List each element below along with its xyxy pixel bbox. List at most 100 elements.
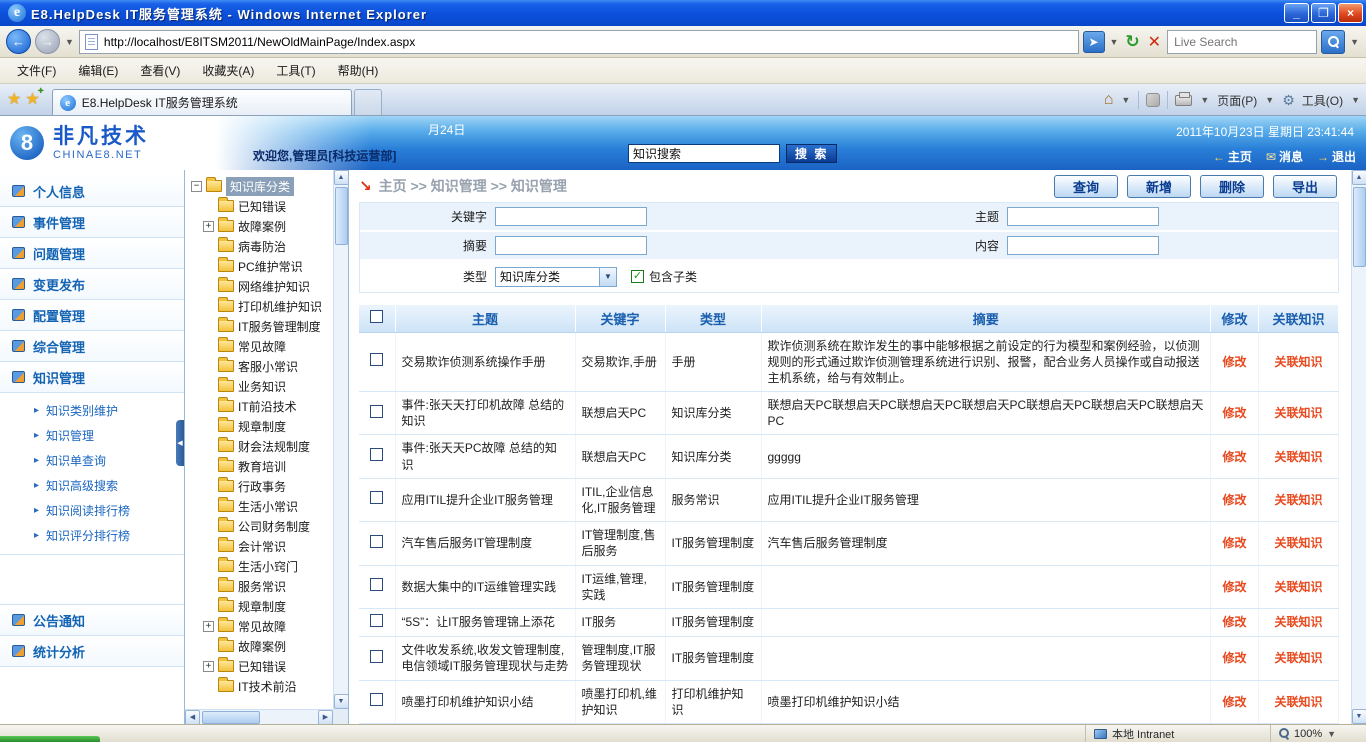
sidebar-subitem[interactable]: ▸知识管理 bbox=[0, 423, 184, 448]
row-checkbox[interactable] bbox=[370, 448, 383, 461]
related-link[interactable]: 关联知识 bbox=[1274, 580, 1322, 594]
search-submit-button[interactable]: 搜 索 bbox=[786, 144, 837, 163]
stop-button[interactable]: ✕ bbox=[1146, 32, 1163, 52]
tree-item[interactable]: +常见故障 bbox=[189, 616, 333, 636]
modify-link[interactable]: 修改 bbox=[1222, 580, 1246, 594]
tree-item[interactable]: +公司财务制度 bbox=[189, 516, 333, 536]
print-dropdown-icon[interactable]: ▼ bbox=[1199, 95, 1210, 105]
related-link[interactable]: 关联知识 bbox=[1274, 536, 1322, 550]
tree-item[interactable]: +网络维护知识 bbox=[189, 276, 333, 296]
related-link[interactable]: 关联知识 bbox=[1274, 450, 1322, 464]
keyword-input[interactable] bbox=[495, 207, 647, 226]
browser-tab[interactable]: e E8.HelpDesk IT服务管理系统 bbox=[52, 89, 352, 115]
row-checkbox[interactable] bbox=[370, 614, 383, 627]
new-tab-stub[interactable] bbox=[354, 89, 382, 115]
column-header[interactable]: 修改 bbox=[1211, 305, 1259, 332]
content-input[interactable] bbox=[1007, 236, 1159, 255]
row-checkbox[interactable] bbox=[370, 491, 383, 504]
tools-menu-button[interactable]: 工具(O) bbox=[1302, 92, 1343, 109]
nav-message-link[interactable]: ✉消息 bbox=[1266, 148, 1303, 165]
sidebar-subitem[interactable]: ▸知识单查询 bbox=[0, 448, 184, 473]
select-all-checkbox[interactable] bbox=[370, 310, 383, 323]
scroll-right-button[interactable]: ▶ bbox=[318, 710, 333, 725]
summary-input[interactable] bbox=[495, 236, 647, 255]
tree-item[interactable]: +生活小常识 bbox=[189, 496, 333, 516]
action-button[interactable]: 删除 bbox=[1200, 175, 1264, 198]
favorites-star-icon[interactable]: ★ bbox=[7, 89, 21, 109]
live-search-input[interactable] bbox=[1174, 35, 1310, 49]
page-vertical-scrollbar[interactable]: ▲ ▼ bbox=[1351, 170, 1366, 724]
menu-item[interactable]: 编辑(E) bbox=[67, 58, 129, 83]
row-checkbox[interactable] bbox=[370, 650, 383, 663]
tree-item[interactable]: +常见故障 bbox=[189, 336, 333, 356]
modify-link[interactable]: 修改 bbox=[1222, 355, 1246, 369]
knowledge-search-input[interactable] bbox=[628, 144, 780, 163]
row-checkbox[interactable] bbox=[370, 535, 383, 548]
type-select[interactable]: 知识库分类 ▼ bbox=[495, 267, 617, 287]
tree-item[interactable]: +会计常识 bbox=[189, 536, 333, 556]
tree-item[interactable]: +PC维护常识 bbox=[189, 256, 333, 276]
page-menu-button[interactable]: 页面(P) bbox=[1217, 92, 1257, 109]
modify-link[interactable]: 修改 bbox=[1222, 493, 1246, 507]
tree-root-node[interactable]: − 知识库分类 bbox=[189, 176, 333, 196]
modify-link[interactable]: 修改 bbox=[1222, 536, 1246, 550]
tree-item[interactable]: +故障案例 bbox=[189, 216, 333, 236]
action-button[interactable]: 查询 bbox=[1054, 175, 1118, 198]
page-dropdown-icon[interactable]: ▼ bbox=[1264, 95, 1275, 105]
print-icon[interactable] bbox=[1175, 95, 1192, 106]
action-button[interactable]: 导出 bbox=[1273, 175, 1337, 198]
close-button[interactable]: × bbox=[1338, 3, 1363, 23]
zoom-dropdown-icon[interactable]: ▼ bbox=[1326, 729, 1337, 739]
menu-item[interactable]: 查看(V) bbox=[129, 58, 191, 83]
sidebar-item[interactable]: 个人信息 bbox=[0, 176, 184, 207]
sidebar-item[interactable]: 变更发布 bbox=[0, 269, 184, 300]
nav-home-link[interactable]: ←主页 bbox=[1213, 148, 1252, 165]
tree-item[interactable]: +行政事务 bbox=[189, 476, 333, 496]
tree-item[interactable]: +IT技术前沿 bbox=[189, 676, 333, 696]
related-link[interactable]: 关联知识 bbox=[1274, 615, 1322, 629]
related-link[interactable]: 关联知识 bbox=[1274, 355, 1322, 369]
related-link[interactable]: 关联知识 bbox=[1274, 695, 1322, 709]
sidebar-item[interactable]: 配置管理 bbox=[0, 300, 184, 331]
go-button[interactable]: ➤ bbox=[1083, 31, 1105, 53]
row-checkbox[interactable] bbox=[370, 353, 383, 366]
scroll-left-button[interactable]: ◀ bbox=[185, 710, 200, 725]
scroll-up-button[interactable]: ▲ bbox=[334, 170, 349, 185]
maximize-button[interactable]: ❐ bbox=[1311, 3, 1336, 23]
feed-icon[interactable] bbox=[1146, 93, 1160, 107]
row-checkbox[interactable] bbox=[370, 405, 383, 418]
forward-button[interactable]: → bbox=[35, 29, 60, 54]
scroll-down-button[interactable]: ▼ bbox=[1352, 709, 1366, 724]
expand-icon[interactable]: + bbox=[203, 621, 214, 632]
column-header[interactable]: 类型 bbox=[665, 305, 761, 332]
sidebar-subitem[interactable]: ▸知识高级搜索 bbox=[0, 473, 184, 498]
sidebar-item[interactable]: 综合管理 bbox=[0, 331, 184, 362]
sidebar-item[interactable]: 事件管理 bbox=[0, 207, 184, 238]
sidebar-item[interactable]: 问题管理 bbox=[0, 238, 184, 269]
tree-item[interactable]: +客服小常识 bbox=[189, 356, 333, 376]
modify-link[interactable]: 修改 bbox=[1222, 651, 1246, 665]
tree-item[interactable]: +规章制度 bbox=[189, 596, 333, 616]
home-dropdown-icon[interactable]: ▼ bbox=[1120, 95, 1131, 105]
tree-item[interactable]: +IT前沿技术 bbox=[189, 396, 333, 416]
chevron-down-icon[interactable]: ▼ bbox=[599, 268, 616, 286]
nav-exit-link[interactable]: →退出 bbox=[1317, 148, 1356, 165]
column-header[interactable]: 关键字 bbox=[575, 305, 665, 332]
expand-icon[interactable]: + bbox=[203, 221, 214, 232]
collapse-icon[interactable]: − bbox=[191, 181, 202, 192]
tree-item[interactable]: +教育培训 bbox=[189, 456, 333, 476]
tree-horizontal-scrollbar[interactable]: ◀ ▶ bbox=[185, 709, 333, 724]
sidebar-subitem[interactable]: ▸知识阅读排行榜 bbox=[0, 498, 184, 523]
refresh-button[interactable]: ↻ bbox=[1123, 32, 1141, 52]
search-go-button[interactable] bbox=[1321, 30, 1345, 54]
modify-link[interactable]: 修改 bbox=[1222, 406, 1246, 420]
column-header[interactable]: 关联知识 bbox=[1259, 305, 1339, 332]
topic-input[interactable] bbox=[1007, 207, 1159, 226]
scroll-thumb[interactable] bbox=[335, 187, 348, 245]
sidebar-subitem[interactable]: ▸知识类别维护 bbox=[0, 398, 184, 423]
go-dropdown-icon[interactable]: ▼ bbox=[1109, 37, 1120, 47]
modify-link[interactable]: 修改 bbox=[1222, 450, 1246, 464]
history-dropdown-icon[interactable]: ▼ bbox=[64, 37, 75, 47]
row-checkbox[interactable] bbox=[370, 578, 383, 591]
action-button[interactable]: 新增 bbox=[1127, 175, 1191, 198]
